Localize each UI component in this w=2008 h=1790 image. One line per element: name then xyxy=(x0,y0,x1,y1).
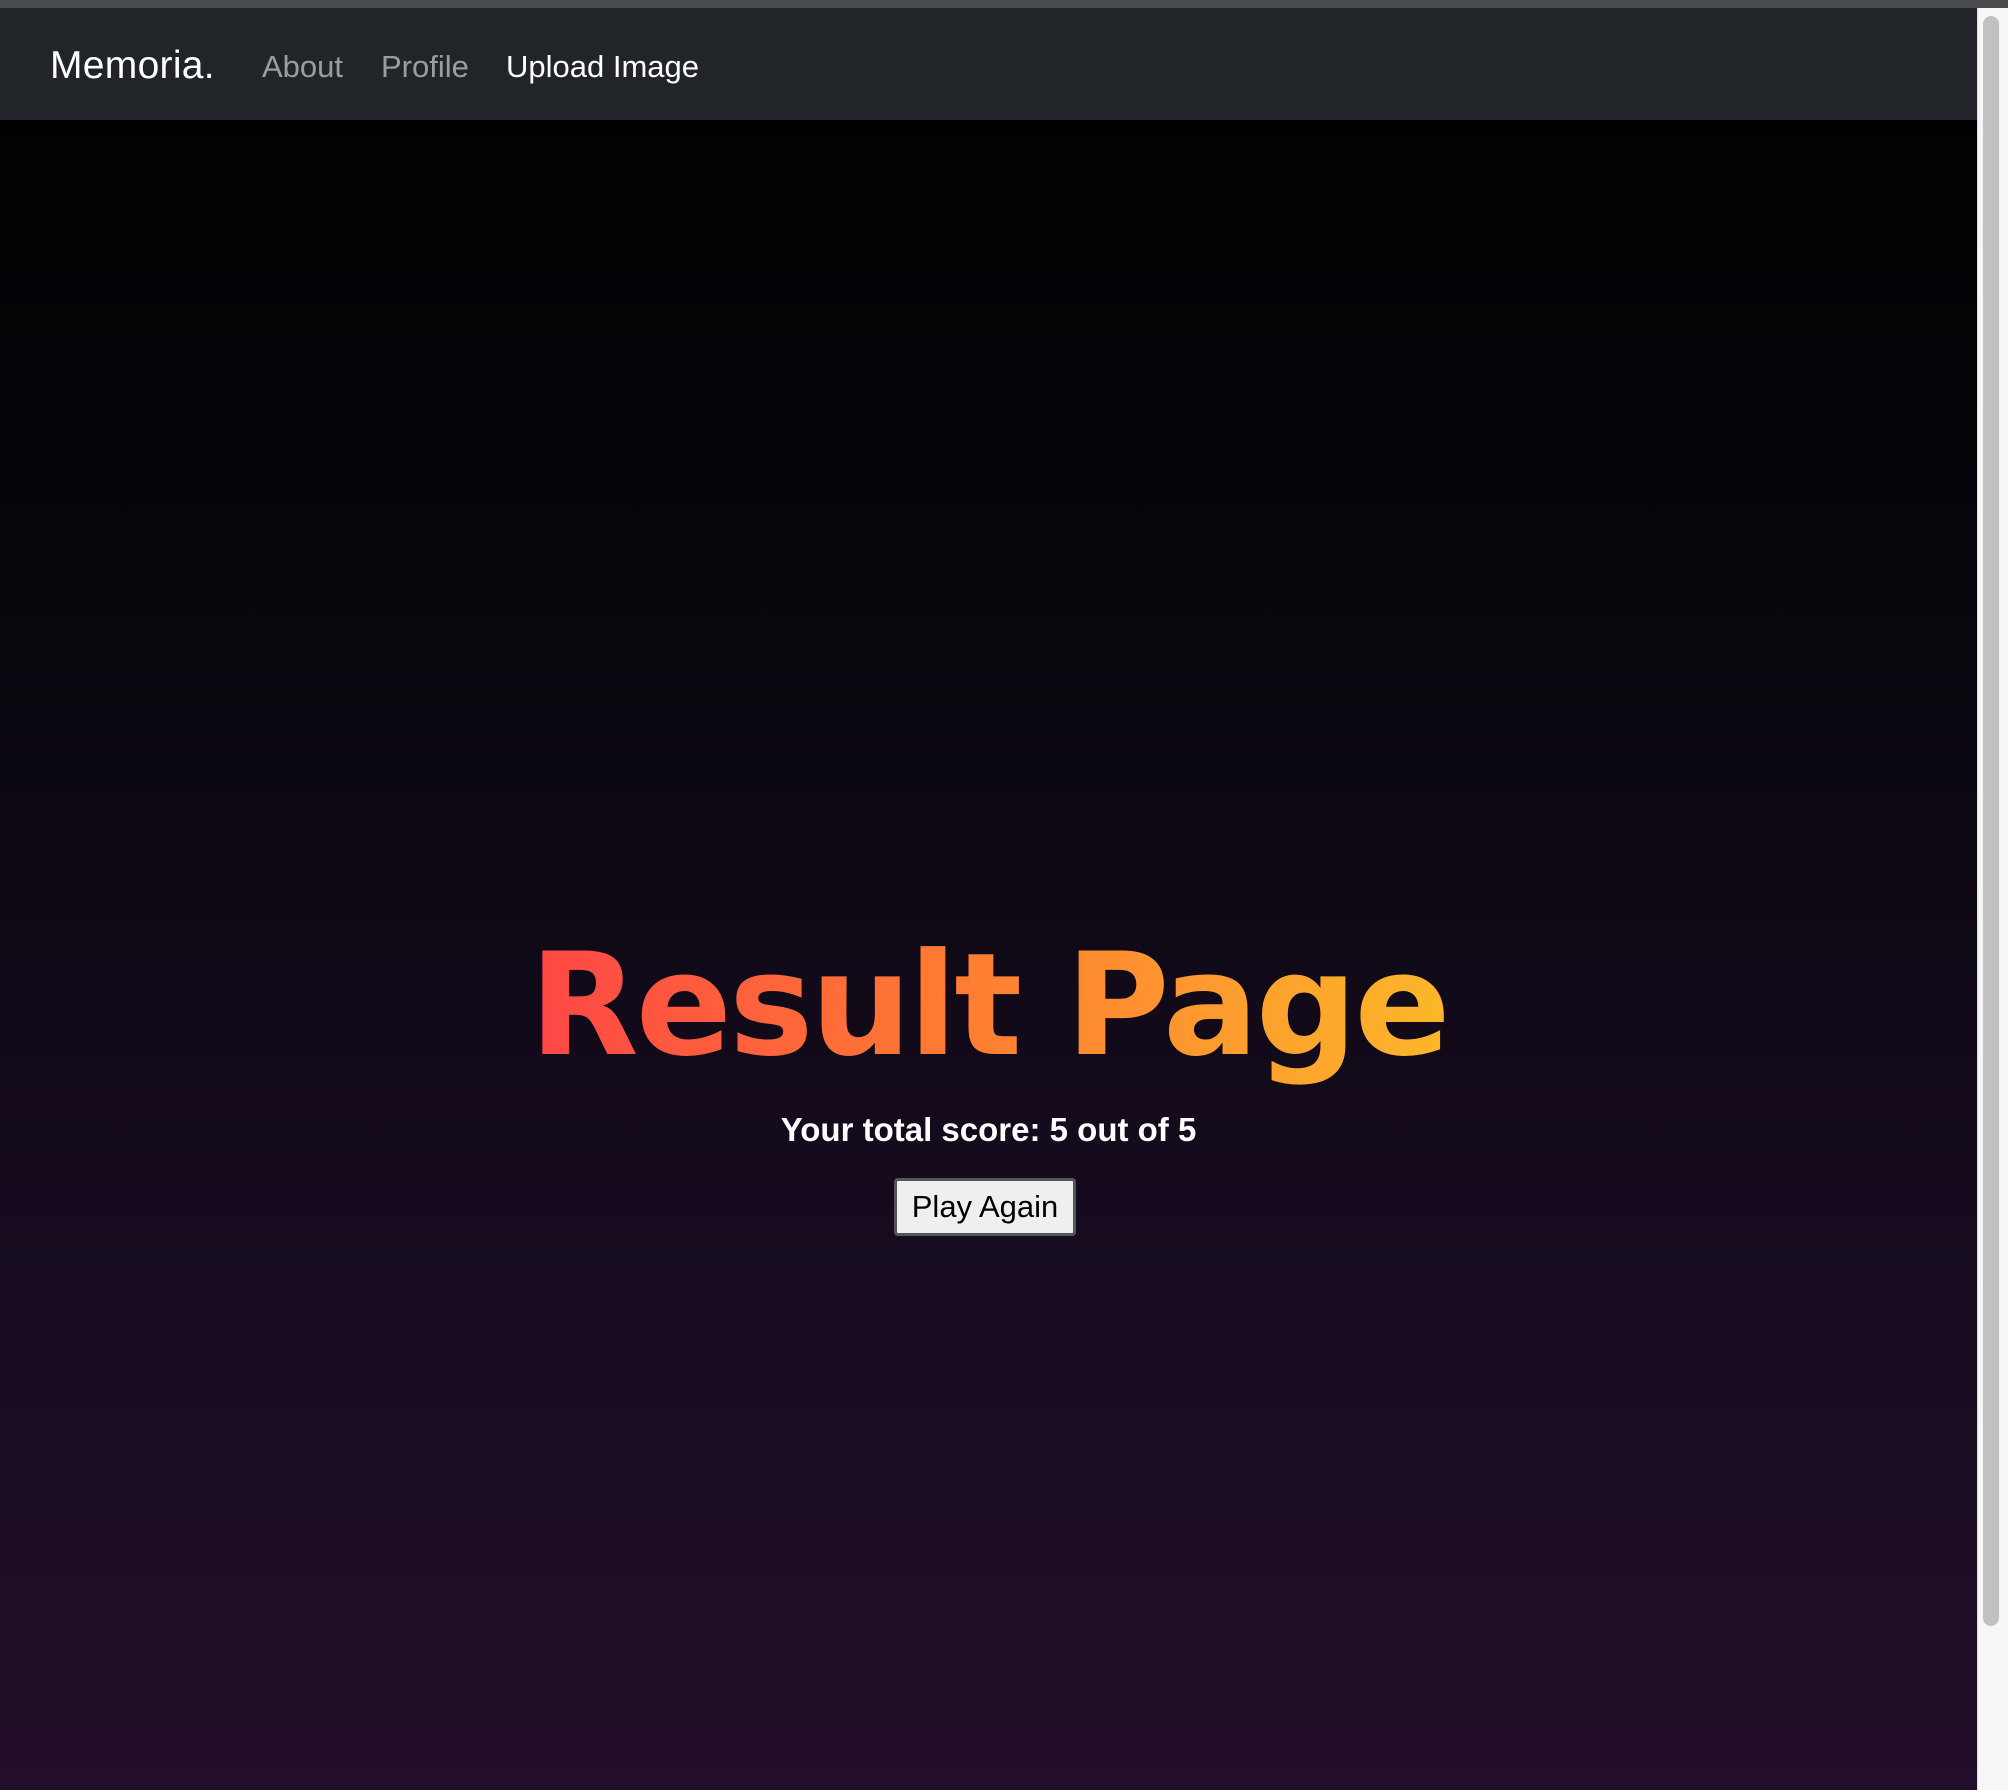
navbar: Memoria. About Profile Upload Image xyxy=(0,8,1977,120)
brand-logo-link[interactable]: Memoria. xyxy=(50,44,215,88)
window-top-border xyxy=(0,0,2008,8)
nav-link-upload-image[interactable]: Upload Image xyxy=(506,49,699,85)
nav-link-about[interactable]: About xyxy=(262,49,343,85)
score-text: Your total score: 5 out of 5 xyxy=(780,1111,1197,1148)
page-title-text: Result Page xyxy=(529,923,1450,1088)
scrollbar-thumb[interactable] xyxy=(1983,16,1999,1626)
page-viewport: Memoria. About Profile Upload Image Resu… xyxy=(0,8,1977,1790)
play-again-button[interactable]: Play Again xyxy=(894,1178,1076,1236)
page-title: Result Page xyxy=(0,926,1977,1086)
nav-link-profile[interactable]: Profile xyxy=(381,49,469,85)
